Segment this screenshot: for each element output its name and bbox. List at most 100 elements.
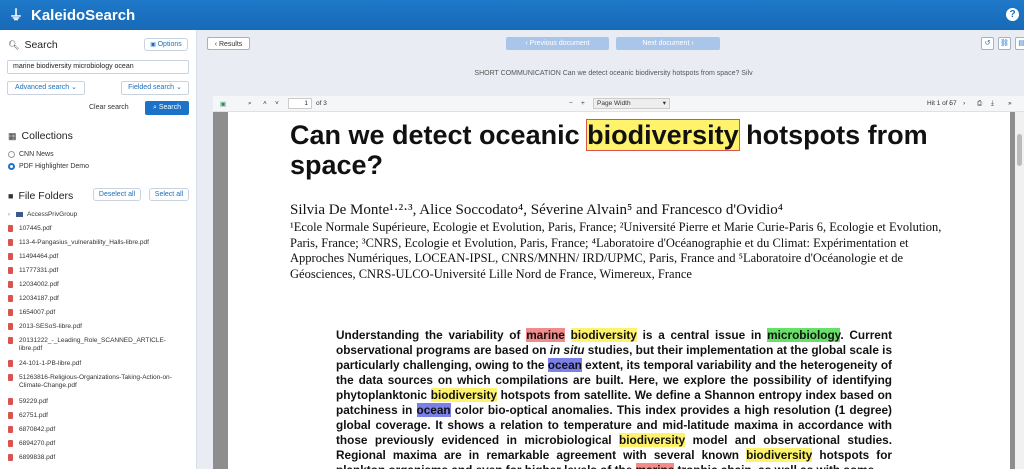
chevron-right-icon[interactable]: › bbox=[8, 211, 10, 219]
file-item[interactable]: 6894270.pdf bbox=[8, 440, 188, 448]
page-area: Can we detect oceanic biodiversity hotsp… bbox=[213, 112, 1024, 469]
chevron-up-icon[interactable]: ˄ bbox=[263, 100, 267, 107]
abstract-text bbox=[565, 328, 571, 342]
zoom-out-icon[interactable]: − bbox=[569, 100, 573, 107]
help-icon[interactable]: ? bbox=[1006, 8, 1019, 21]
pdf-icon bbox=[8, 225, 13, 232]
pdf-icon bbox=[8, 440, 13, 447]
pdf-icon bbox=[8, 239, 13, 246]
print-icon[interactable]: ⎙ bbox=[977, 100, 982, 108]
pdf-icon bbox=[8, 281, 13, 288]
next-document-button[interactable]: Next document › bbox=[616, 37, 720, 50]
deselect-all-button[interactable]: Deselect all bbox=[93, 188, 141, 201]
advanced-search-dropdown[interactable]: Advanced search ⌄ bbox=[7, 81, 85, 95]
previous-hit-icon[interactable]: ‹ bbox=[949, 100, 951, 107]
file-folders-section-title: ■ File Folders bbox=[8, 190, 74, 202]
hit-counter: Hit 1 of 57 bbox=[927, 100, 957, 107]
file-item[interactable]: 11494464.pdf bbox=[8, 253, 188, 261]
options-button[interactable]: ▣ Options bbox=[144, 38, 188, 51]
file-item[interactable]: 113-4-Pangasius_vulnerability_Halls-libr… bbox=[8, 239, 188, 247]
paper-title: Can we detect oceanic biodiversity hotsp… bbox=[290, 119, 928, 180]
file-item[interactable]: 11777331.pdf bbox=[8, 267, 188, 275]
pdf-icon bbox=[8, 454, 13, 461]
pdf-icon bbox=[8, 426, 13, 433]
scrollbar-thumb[interactable] bbox=[1017, 134, 1022, 166]
search-input[interactable]: marine biodiversity microbiology ocean bbox=[7, 60, 189, 74]
search-hit[interactable]: ocean bbox=[416, 403, 451, 417]
top-bar: ⏚ KaleidoSearch ? bbox=[0, 0, 1024, 30]
zoom-in-icon[interactable]: + bbox=[581, 100, 585, 107]
main-panel: ‹ Results ‹ Previous document Next docum… bbox=[203, 30, 1024, 469]
select-all-button[interactable]: Select all bbox=[149, 188, 189, 201]
file-item[interactable]: 62751.pdf bbox=[8, 412, 188, 420]
chevron-down-icon[interactable]: ˅ bbox=[275, 100, 279, 107]
file-item[interactable]: 51263816-Religious-Organizations-Taking-… bbox=[8, 374, 188, 390]
file-item[interactable]: 6899838.pdf bbox=[8, 454, 188, 462]
pdf-icon bbox=[8, 295, 13, 302]
file-item[interactable]: 12034002.pdf bbox=[8, 281, 188, 289]
file-item[interactable]: 12034187.pdf bbox=[8, 295, 188, 303]
chevron-down-icon: ⌄ bbox=[176, 84, 182, 91]
search-hit[interactable]: marine bbox=[526, 328, 565, 342]
paper-abstract: Understanding the variability of marine … bbox=[336, 328, 892, 469]
history-icon[interactable]: ↺ bbox=[981, 37, 994, 50]
more-tools-icon[interactable]: » bbox=[1008, 100, 1012, 107]
search-hit[interactable]: biodiversity bbox=[746, 448, 813, 462]
folder-item[interactable]: › AccessPrivGroup bbox=[8, 211, 188, 219]
abstract-text: Understanding the variability of bbox=[336, 328, 527, 342]
paper-authors: Silvia De Monte¹·²·³, Alice Soccodato⁴, … bbox=[290, 202, 784, 218]
previous-document-button[interactable]: ‹ Previous document bbox=[506, 37, 609, 50]
search-hit[interactable]: microbiology bbox=[767, 328, 841, 342]
clear-search-link[interactable]: Clear search bbox=[89, 104, 129, 111]
viewer-scrollbar[interactable] bbox=[1015, 112, 1024, 469]
radio-button[interactable] bbox=[8, 151, 15, 158]
search-hit[interactable]: biodiversity bbox=[570, 328, 637, 342]
file-item[interactable]: 20131222_-_Leading_Role_SCANNED_ARTICLE-… bbox=[8, 337, 188, 353]
current-hit[interactable]: biodiversity bbox=[586, 119, 740, 151]
file-item[interactable]: 59229.pdf bbox=[8, 398, 188, 406]
search-icon[interactable]: ⌕ bbox=[248, 100, 252, 108]
folder-icon: ■ bbox=[8, 191, 14, 201]
pdf-icon bbox=[8, 337, 13, 344]
search-button[interactable]: ⌕ Search bbox=[145, 101, 189, 115]
pdf-icon bbox=[8, 412, 13, 419]
pdf-page: Can we detect oceanic biodiversity hotsp… bbox=[228, 112, 1010, 469]
viewer-toolbar: ▣ ⌕ ˄ ˅ 1 of 3 − + Page Width ▾ Hit 1 of… bbox=[213, 96, 1024, 112]
link-icon[interactable]: ⛓ bbox=[998, 37, 1011, 50]
fielded-search-dropdown[interactable]: Fielded search ⌄ bbox=[121, 81, 189, 95]
abstract-text: trophic chain, as well as with some bbox=[674, 463, 875, 469]
search-hit[interactable]: biodiversity bbox=[430, 388, 497, 402]
pdf-viewer: ▣ ⌕ ˄ ˅ 1 of 3 − + Page Width ▾ Hit 1 of… bbox=[213, 96, 1024, 469]
print-icon[interactable]: ▤ bbox=[1015, 37, 1024, 50]
search-icon: 🔍︎ bbox=[8, 39, 20, 50]
abstract-text: is a central issue in bbox=[636, 328, 768, 342]
collection-item[interactable]: PDF Highlighter Demo bbox=[8, 163, 89, 170]
document-title: SHORT COMMUNICATION Can we detect oceani… bbox=[474, 70, 753, 77]
pdf-icon bbox=[8, 253, 13, 260]
download-icon[interactable]: ⤓ bbox=[991, 100, 994, 108]
pdf-icon bbox=[8, 267, 13, 274]
file-item[interactable]: 6870842.pdf bbox=[8, 426, 188, 434]
radio-button-selected[interactable] bbox=[8, 163, 15, 170]
file-item[interactable]: 2013-SESoS-libre.pdf bbox=[8, 323, 188, 331]
app-brand[interactable]: ⏚ KaleidoSearch bbox=[9, 5, 135, 25]
chevron-right-icon: › bbox=[689, 40, 694, 47]
document-actions: ↺ ⛓ ▤ bbox=[977, 37, 1024, 50]
file-item[interactable]: 24-101-1-PB-libre.pdf bbox=[8, 360, 188, 368]
chevron-down-icon: ▾ bbox=[662, 100, 666, 107]
zoom-select[interactable]: Page Width ▾ bbox=[593, 98, 670, 109]
file-item[interactable]: 107445.pdf bbox=[8, 225, 188, 233]
page-number-input[interactable]: 1 bbox=[288, 98, 312, 109]
search-hit[interactable]: ocean bbox=[547, 358, 582, 372]
abstract-text: in situ bbox=[549, 343, 585, 357]
search-hit[interactable]: marine bbox=[635, 463, 675, 469]
next-hit-icon[interactable]: › bbox=[963, 100, 965, 107]
collection-item[interactable]: CNN News bbox=[8, 151, 54, 158]
sidebar: 🔍︎ Search ▣ Options marine biodiversity … bbox=[0, 30, 197, 469]
results-button[interactable]: ‹ Results bbox=[207, 37, 250, 50]
file-item[interactable]: 1654007.pdf bbox=[8, 309, 188, 317]
sidebar-toggle-icon[interactable]: ▣ bbox=[220, 100, 226, 108]
paper-affiliations: ¹Ecole Normale Supérieure, Ecologie et E… bbox=[290, 220, 942, 281]
search-hit[interactable]: biodiversity bbox=[619, 433, 686, 447]
collections-section-title: ▦ Collections bbox=[8, 130, 73, 142]
